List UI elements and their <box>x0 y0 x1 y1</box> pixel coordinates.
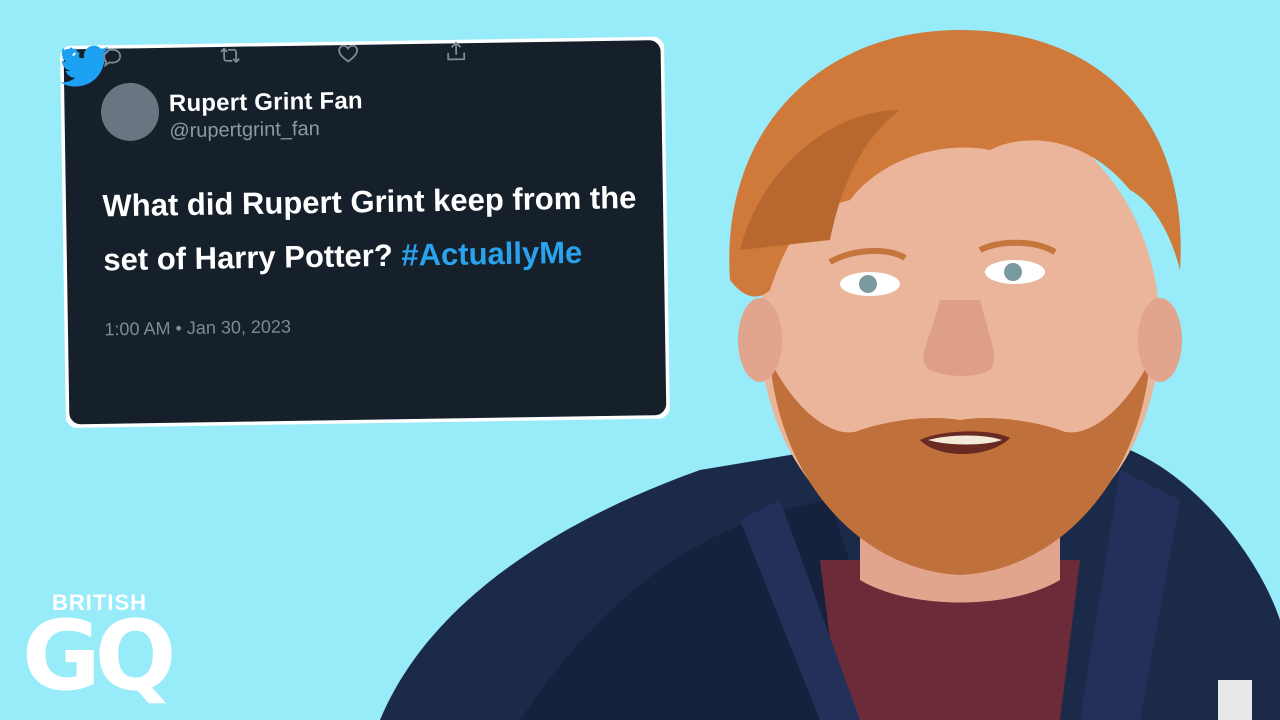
tweet-display-name: Rupert Grint Fan <box>168 87 363 118</box>
gq-logo: GQ <box>22 600 176 712</box>
tweet-date: Jan 30, 2023 <box>186 316 292 339</box>
timestamp-separator: • <box>175 318 182 339</box>
tweet-handle: @rupertgrint_fan <box>169 117 320 143</box>
like-icon[interactable] <box>336 41 360 65</box>
hashtag-link[interactable]: #ActuallyMe <box>401 235 582 273</box>
avatar <box>100 82 160 142</box>
video-frame: Rupert Grint Fan @rupertgrint_fan What d… <box>0 0 1280 720</box>
tweet-card: Rupert Grint Fan @rupertgrint_fan What d… <box>60 36 670 428</box>
retweet-icon[interactable] <box>218 43 242 67</box>
tweet-timestamp: 1:00 AM • Jan 30, 2023 <box>104 316 291 340</box>
reply-icon[interactable] <box>100 45 124 69</box>
share-icon[interactable] <box>444 40 468 64</box>
tweet-time: 1:00 AM <box>104 318 171 340</box>
tweet-text: What did Rupert Grint keep from the set … <box>102 171 664 288</box>
